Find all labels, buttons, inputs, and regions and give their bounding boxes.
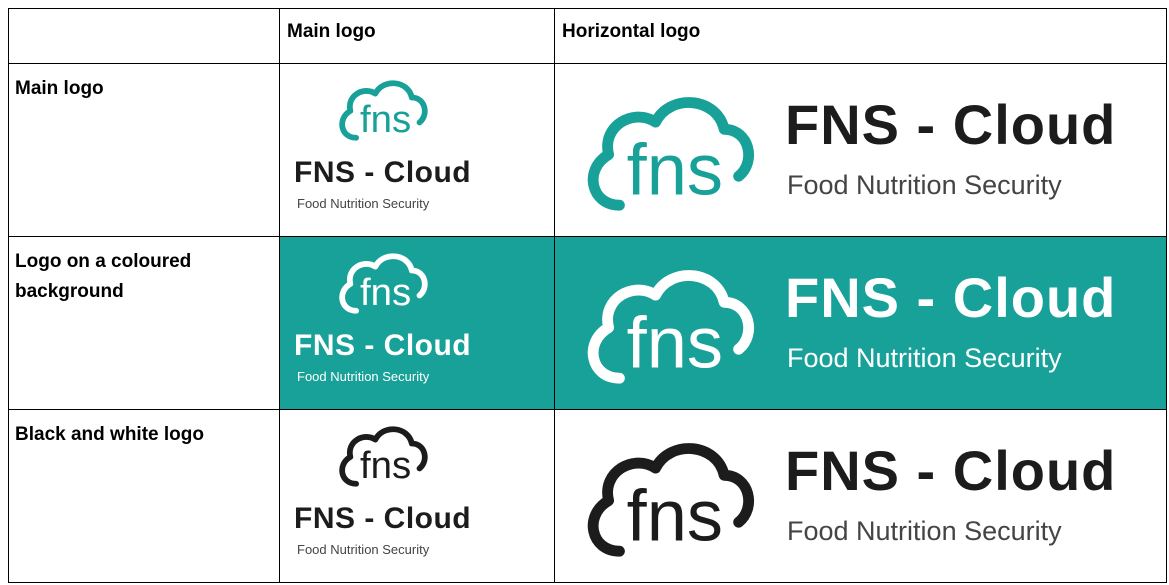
row-label-main-logo: Main logo xyxy=(8,63,280,237)
horizontal-logo-mono: fns FNS - Cloud Food Nutrition Security xyxy=(555,410,1166,582)
wordmark: FNS - Cloud xyxy=(785,93,1117,156)
logo-usage-table: Main logo Horizontal logo Main logo fns … xyxy=(8,8,1167,583)
cloud-fns-icon: fns xyxy=(587,97,755,211)
main-logo-colour-cell: fns FNS - Cloud Food Nutrition Security xyxy=(279,63,555,237)
main-logo-reversed-cell: fns FNS - Cloud Food Nutrition Security xyxy=(279,236,555,410)
horizontal-logo-reversed-cell: fns FNS - Cloud Food Nutrition Security xyxy=(554,236,1167,410)
svg-text:fns: fns xyxy=(360,444,411,487)
cloud-fns-icon: fns xyxy=(339,426,428,487)
svg-text:fns: fns xyxy=(360,271,411,314)
row-black-and-white: Black and white logo fns FNS - Cloud Foo… xyxy=(8,409,1167,583)
svg-text:fns: fns xyxy=(627,303,723,383)
cloud-fns-icon: fns xyxy=(339,253,428,314)
horizontal-logo-mono-cell: fns FNS - Cloud Food Nutrition Security xyxy=(554,409,1167,583)
svg-text:fns: fns xyxy=(360,98,411,141)
tagline: Food Nutrition Security xyxy=(297,369,430,384)
svg-text:fns: fns xyxy=(627,476,723,556)
row-label-black-and-white: Black and white logo xyxy=(8,409,280,583)
main-logo-colour: fns FNS - Cloud Food Nutrition Security xyxy=(280,64,554,236)
tagline: Food Nutrition Security xyxy=(297,196,430,211)
header-main-logo: Main logo xyxy=(279,8,555,64)
horizontal-logo-colour-cell: fns FNS - Cloud Food Nutrition Security xyxy=(554,63,1167,237)
wordmark: FNS - Cloud xyxy=(785,266,1117,329)
main-logo-mono-cell: fns FNS - Cloud Food Nutrition Security xyxy=(279,409,555,583)
wordmark: FNS - Cloud xyxy=(294,156,472,189)
row-main-logo: Main logo fns FNS - Cloud Food Nutrition… xyxy=(8,63,1167,237)
main-logo-mono: fns FNS - Cloud Food Nutrition Security xyxy=(280,410,554,582)
header-row: Main logo Horizontal logo xyxy=(8,8,1167,64)
main-logo-reversed: fns FNS - Cloud Food Nutrition Security xyxy=(280,237,554,409)
cloud-fns-icon: fns xyxy=(587,270,755,384)
horizontal-logo-colour: fns FNS - Cloud Food Nutrition Security xyxy=(555,64,1166,236)
header-horizontal-logo: Horizontal logo xyxy=(554,8,1167,64)
horizontal-logo-reversed: fns FNS - Cloud Food Nutrition Security xyxy=(555,237,1166,409)
svg-text:fns: fns xyxy=(627,130,723,210)
tagline: Food Nutrition Security xyxy=(297,542,430,557)
header-corner-cell xyxy=(8,8,280,64)
wordmark: FNS - Cloud xyxy=(294,329,472,362)
row-label-coloured-background: Logo on a coloured background xyxy=(8,236,280,410)
wordmark: FNS - Cloud xyxy=(785,439,1117,502)
tagline: Food Nutrition Security xyxy=(787,343,1062,373)
tagline: Food Nutrition Security xyxy=(787,516,1062,546)
tagline: Food Nutrition Security xyxy=(787,170,1062,200)
cloud-fns-icon: fns xyxy=(587,443,755,557)
cloud-fns-icon: fns xyxy=(339,80,428,141)
wordmark: FNS - Cloud xyxy=(294,502,472,535)
row-coloured-background: Logo on a coloured background fns FNS - … xyxy=(8,236,1167,410)
